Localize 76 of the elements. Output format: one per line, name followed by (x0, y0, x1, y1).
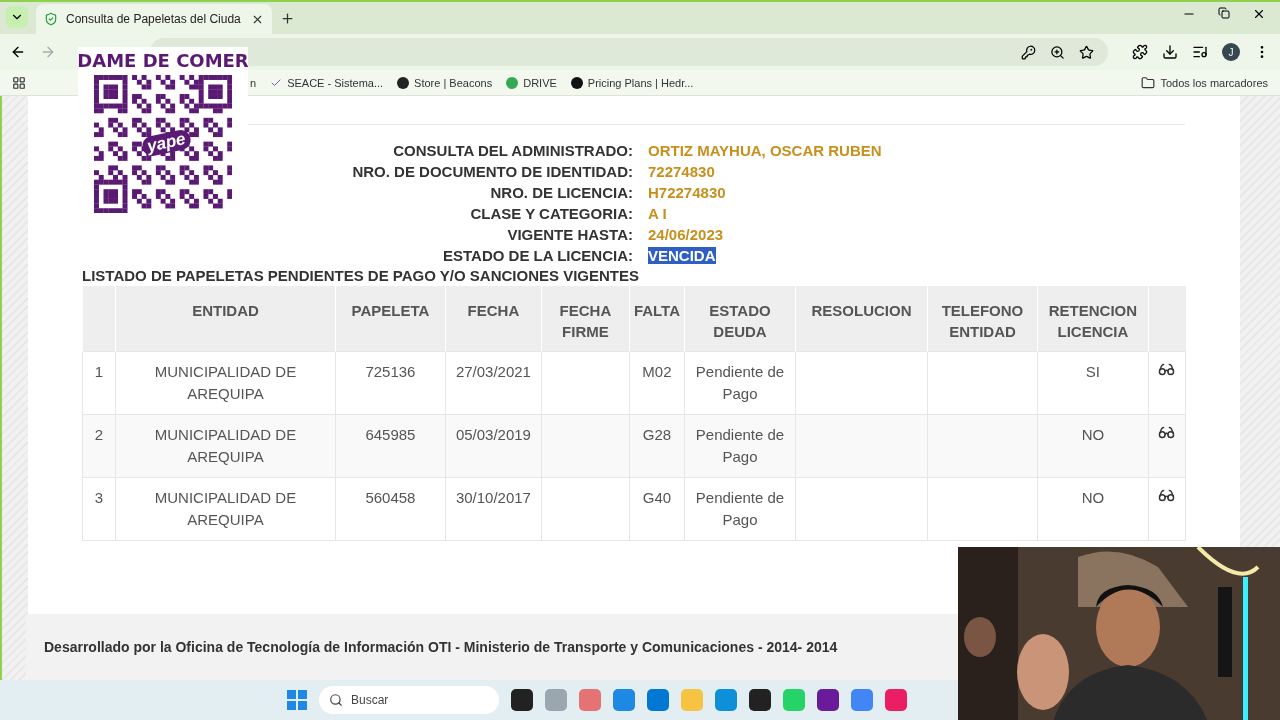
table-cell: 30/10/2017 (445, 477, 542, 540)
close-icon[interactable] (1252, 7, 1266, 21)
field-value: ORTIZ MAYHUA, OSCAR RUBEN (648, 142, 882, 159)
app-icon[interactable] (749, 689, 771, 711)
table-cell: SI (1037, 351, 1149, 414)
column-header: ESTADO DEUDA (684, 286, 796, 351)
table-cell: 1 (82, 351, 116, 414)
section-title: LISTADO DE PAPELETAS PENDIENTES DE PAGO Y/O SANCIONES VIGENTES (82, 267, 641, 284)
tab-list-button[interactable] (6, 6, 28, 28)
app-icon[interactable] (511, 689, 533, 711)
table-cell: M02 (629, 351, 685, 414)
table-cell: 560458 (335, 477, 446, 540)
profile-avatar[interactable]: J (1222, 43, 1240, 61)
field-label: CLASE Y CATEGORIA: (470, 205, 633, 222)
bookmark[interactable]: n (250, 76, 257, 89)
star-icon[interactable] (1079, 44, 1094, 60)
table-cell: Pendiente de Pago (684, 477, 796, 540)
table-cell: G40 (629, 477, 685, 540)
new-tab-icon[interactable] (280, 11, 295, 26)
bookmark-icon (570, 76, 583, 89)
all-bookmarks-link[interactable]: Todos los marcadores (1141, 75, 1268, 90)
search-icon (329, 693, 343, 707)
bookmark[interactable]: DRIVE (506, 76, 557, 89)
bookmark[interactable]: Store | Beacons (397, 76, 493, 89)
field-value: A I (648, 205, 667, 222)
column-header: FALTA (629, 286, 685, 351)
table-cell: 27/03/2021 (445, 351, 542, 414)
table-cell: 2 (82, 414, 116, 477)
taskbar-search-field[interactable]: Buscar (319, 686, 499, 714)
table-cell: Pendiente de Pago (684, 414, 796, 477)
table-cell: MUNICIPALIDAD DE AREQUIPA (115, 351, 336, 414)
table-cell: NO (1037, 414, 1149, 477)
column-header: FECHA FIRME (541, 286, 630, 351)
back-icon[interactable] (10, 44, 26, 60)
apps-icon[interactable] (12, 75, 26, 90)
table-cell: MUNICIPALIDAD DE AREQUIPA (115, 414, 336, 477)
table-cell: MUNICIPALIDAD DE AREQUIPA (115, 477, 336, 540)
field-label: VIGENTE HASTA: (507, 226, 633, 243)
table-cell: Pendiente de Pago (684, 351, 796, 414)
column-header: FECHA (445, 286, 542, 351)
shield-icon (44, 12, 58, 26)
field-label: NRO. DE LICENCIA: (490, 184, 633, 201)
field-value: H72274830 (648, 184, 726, 201)
table-cell: 3 (82, 477, 116, 540)
column-header: RESOLUCION (795, 286, 928, 351)
column-header: RETENCION LICENCIA (1037, 286, 1149, 351)
app-icon[interactable] (817, 689, 839, 711)
qr-code-icon (94, 75, 232, 213)
field-label: CONSULTA DEL ADMINISTRADO: (393, 142, 633, 159)
extensions-icon[interactable] (1132, 44, 1148, 60)
field-label: NRO. DE DOCUMENTO DE IDENTIDAD: (352, 163, 633, 180)
field-value: VENCIDA (648, 247, 716, 264)
table-cell: NO (1037, 477, 1149, 540)
windows-icon[interactable] (287, 690, 307, 710)
column-header: TELEFONO ENTIDAD (927, 286, 1038, 351)
download-icon[interactable] (1162, 44, 1178, 60)
overlay-title: DAME DE COMER (77, 50, 249, 71)
field-label: ESTADO DE LA LICENCIA: (443, 247, 633, 264)
key-icon[interactable] (1021, 44, 1036, 60)
column-header: PAPELETA (335, 286, 446, 351)
table-cell: 725136 (335, 351, 446, 414)
folder-icon (1141, 75, 1156, 90)
table-cell: G28 (629, 414, 685, 477)
field-value: 24/06/2023 (648, 226, 724, 243)
table-cell: 05/03/2019 (445, 414, 542, 477)
bookmark-icon (397, 76, 410, 89)
bookmark[interactable]: Pricing Plans | Hedr... (570, 76, 694, 89)
column-header: ENTIDAD (115, 286, 336, 351)
field-value: 72274830 (648, 163, 715, 180)
media-icon[interactable] (1192, 44, 1208, 60)
table-cell: 645985 (335, 414, 446, 477)
restore-icon[interactable] (1218, 7, 1230, 19)
zoom-icon[interactable] (1050, 44, 1065, 60)
bookmark[interactable]: SEACE - Sistema... (270, 76, 384, 89)
bookmark-icon (506, 76, 519, 89)
browser-tab[interactable]: Consulta de Papeletas del Ciuda (36, 4, 272, 34)
